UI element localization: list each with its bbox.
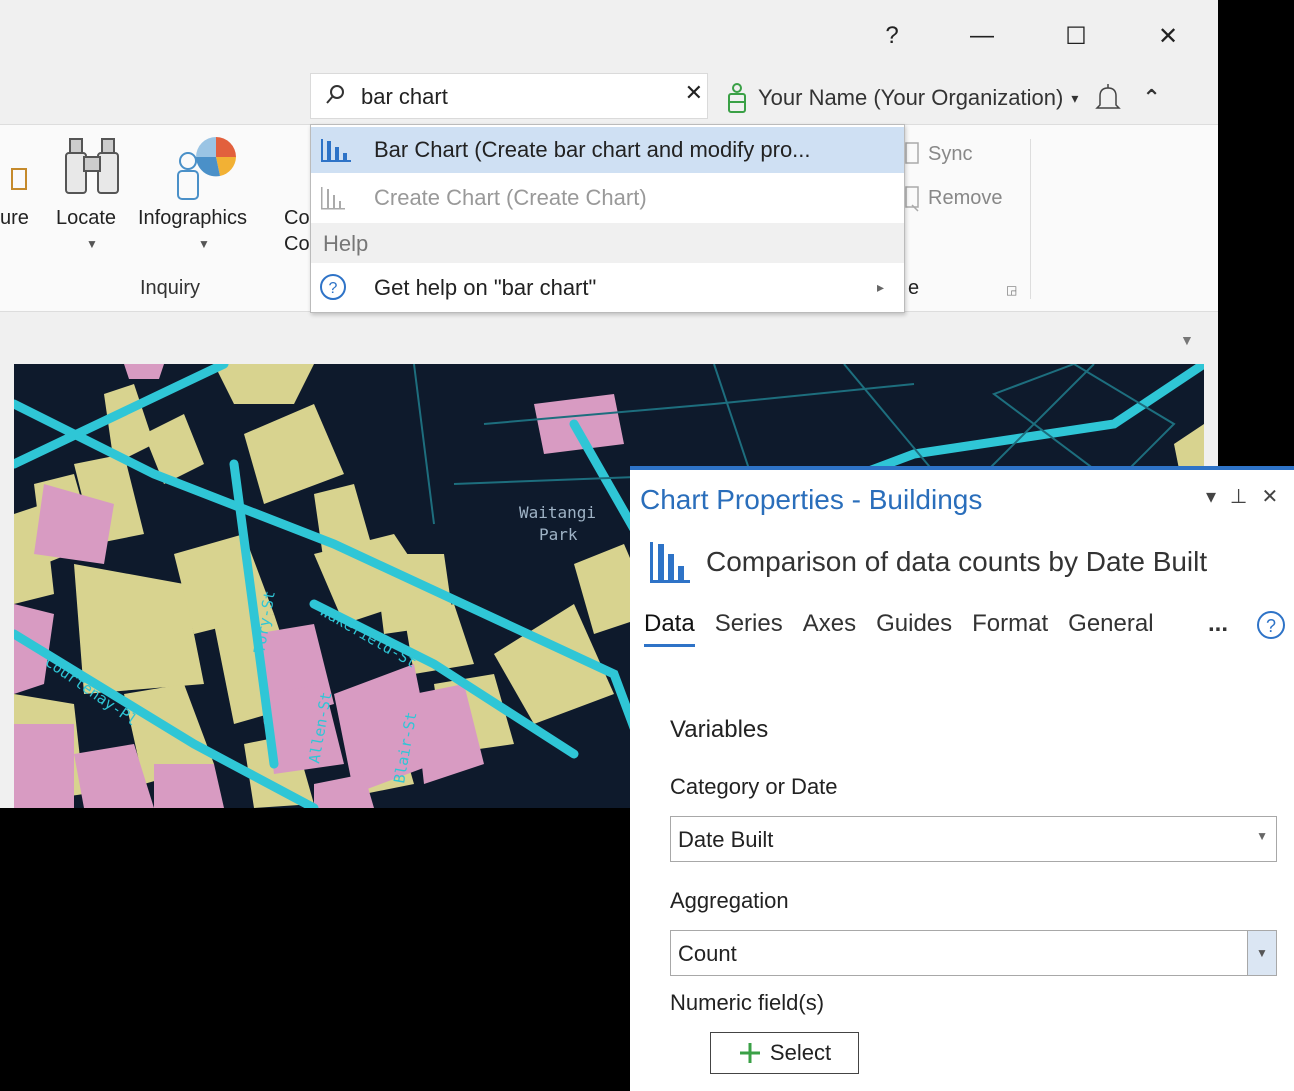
category-label: Category or Date xyxy=(670,774,838,799)
help-icon[interactable]: ? xyxy=(1256,610,1286,640)
search-clear-button[interactable]: ✕ xyxy=(685,80,703,106)
tab-format[interactable]: Format xyxy=(972,610,1048,647)
chevron-down-icon[interactable]: ▼ xyxy=(1256,829,1268,843)
help-button[interactable]: ? xyxy=(872,16,912,56)
partial-tool-label[interactable]: ure xyxy=(0,207,29,230)
sync-icon xyxy=(905,142,919,164)
aggregation-select[interactable]: Count ▼ xyxy=(670,930,1277,976)
locate-dropdown-icon[interactable]: ▼ xyxy=(86,237,98,251)
suggestion-get-help[interactable]: ? Get help on "bar chart" ▸ xyxy=(311,265,904,311)
infographics-button[interactable]: Infographics xyxy=(138,207,247,230)
pin-icon[interactable]: ⊥ xyxy=(1230,484,1247,509)
user-account[interactable]: Your Name (Your Organization) ▾ ⌃ xyxy=(726,78,1161,118)
suggestion-bar-chart[interactable]: Bar Chart (Create bar chart and modify p… xyxy=(311,127,904,173)
remove-icon xyxy=(905,186,919,212)
tab-series[interactable]: Series xyxy=(715,610,783,647)
map-label: Park xyxy=(539,525,578,544)
search-suggestions-dropdown: Bar Chart (Create bar chart and modify p… xyxy=(310,124,905,313)
infographics-icon[interactable] xyxy=(168,131,242,203)
pane-controls: ▾ ⊥ ✕ xyxy=(1206,484,1278,509)
help-section-header: Help xyxy=(311,223,904,263)
category-value: Date Built xyxy=(678,827,774,852)
svg-text:?: ? xyxy=(1266,616,1276,636)
maximize-button[interactable]: ☐ xyxy=(1056,16,1096,56)
collapse-ribbon-icon[interactable]: ⌃ xyxy=(1142,85,1160,111)
numeric-fields-label: Numeric field(s) xyxy=(670,990,825,1015)
aggregation-label: Aggregation xyxy=(670,888,789,913)
partial-group-label: e xyxy=(908,277,920,299)
inquiry-group-label: Inquiry xyxy=(140,277,201,299)
search-input[interactable]: bar chart xyxy=(361,84,448,110)
suggestion-label: Bar Chart (Create bar chart and modify p… xyxy=(374,137,811,162)
command-search-box[interactable]: bar chart ✕ xyxy=(310,73,708,119)
category-select[interactable]: Date Built ▼ xyxy=(670,816,1277,862)
chevron-down-icon[interactable]: ▼ xyxy=(1247,931,1276,975)
title-bar: ? — ☐ ✕ xyxy=(0,0,1218,70)
remove-button[interactable]: Remove xyxy=(928,187,1002,210)
sync-button[interactable]: Sync xyxy=(928,143,972,166)
minimize-button[interactable]: — xyxy=(962,16,1002,56)
chart-header: Comparison of data counts by Date Built xyxy=(648,540,1207,584)
search-icon xyxy=(326,85,344,104)
aggregation-value: Count xyxy=(678,941,737,966)
chart-properties-pane: Chart Properties - Buildings ▾ ⊥ ✕ Compa… xyxy=(630,466,1294,1091)
partial-tool-icon xyxy=(11,168,27,190)
suggestion-label: Create Chart (Create Chart) xyxy=(374,185,647,210)
bar-chart-icon xyxy=(650,542,690,583)
binoculars-icon[interactable] xyxy=(62,133,122,199)
close-icon[interactable]: ✕ xyxy=(1261,484,1278,509)
pane-menu-icon[interactable]: ▾ xyxy=(1206,484,1216,509)
chart-icon xyxy=(321,187,345,210)
user-icon xyxy=(728,83,746,113)
notification-bell-icon[interactable] xyxy=(1094,83,1122,113)
select-button-label: Select xyxy=(769,1040,832,1065)
tab-data[interactable]: Data xyxy=(644,610,695,647)
help-icon: ? xyxy=(320,274,346,300)
partial-tool-label[interactable]: Co xyxy=(284,233,310,256)
infographics-dropdown-icon[interactable]: ▼ xyxy=(198,237,210,251)
user-name[interactable]: Your Name (Your Organization) xyxy=(758,85,1063,111)
tab-general[interactable]: General xyxy=(1068,610,1153,647)
partial-tool-label[interactable]: Co xyxy=(284,207,310,230)
suggestion-label: Get help on "bar chart" xyxy=(374,275,597,300)
plus-icon xyxy=(739,1043,760,1063)
chevron-down-icon[interactable]: ▼ xyxy=(1180,332,1194,348)
suggestion-create-chart[interactable]: Create Chart (Create Chart) xyxy=(311,175,904,221)
help-header-label: Help xyxy=(323,231,369,256)
pane-title: Chart Properties - Buildings xyxy=(640,484,983,515)
locate-button[interactable]: Locate xyxy=(56,207,116,230)
close-button[interactable]: ✕ xyxy=(1148,16,1188,56)
dialog-launcher-icon[interactable]: ◲ xyxy=(1006,283,1017,297)
pane-tabs: Data Series Axes Guides Format General xyxy=(644,610,1174,647)
chart-title[interactable]: Comparison of data counts by Date Built xyxy=(706,546,1207,578)
tab-axes[interactable]: Axes xyxy=(803,610,856,647)
more-tabs-button[interactable]: ... xyxy=(1208,610,1228,638)
submenu-arrow-icon: ▸ xyxy=(877,279,885,295)
chevron-down-icon[interactable]: ▾ xyxy=(1071,90,1078,107)
select-fields-button[interactable]: Select xyxy=(710,1032,859,1074)
bar-chart-icon xyxy=(321,139,351,162)
tab-guides[interactable]: Guides xyxy=(876,610,952,647)
variables-heading: Variables xyxy=(670,716,769,743)
ribbon-separator xyxy=(1030,139,1031,299)
map-label: Waitangi xyxy=(519,503,596,522)
svg-text:?: ? xyxy=(329,280,338,297)
view-tab-bar: ▼ xyxy=(0,312,1218,364)
